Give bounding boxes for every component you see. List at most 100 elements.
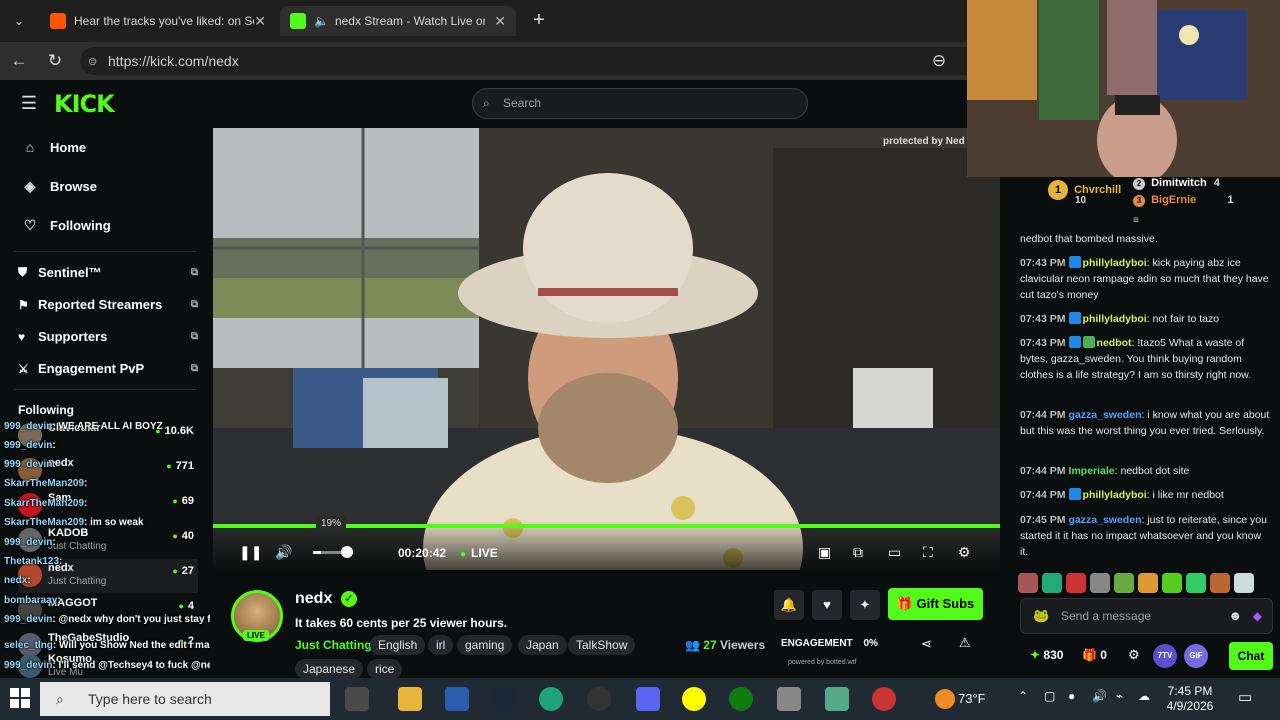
tag[interactable]: rice <box>367 659 403 679</box>
tab-kick[interactable]: 🔈 nedx Stream - Watch Live on K ✕ <box>280 6 516 36</box>
taskbar-clock[interactable]: 7:45 PM 4/9/2026 <box>1160 684 1220 714</box>
windows-start-icon[interactable] <box>10 688 30 708</box>
leaderboard-entry[interactable]: 3 BigErnie 1 <box>1133 194 1233 207</box>
video-player[interactable]: protected by Ned <box>213 128 1000 570</box>
tag[interactable]: Japan <box>518 635 567 655</box>
tray-icon[interactable]: ▢ <box>1044 689 1055 703</box>
leaderboard-entry[interactable]: 2 Dimitwitch 4 <box>1133 177 1220 190</box>
emote-icon[interactable] <box>1090 573 1110 593</box>
emote-icon[interactable] <box>1210 573 1230 593</box>
url-field[interactable]: ⊜ https://kick.com/nedx <box>80 47 980 75</box>
pause-icon[interactable]: ❚❚ <box>239 544 262 561</box>
reload-icon[interactable]: ↻ <box>44 50 66 72</box>
tab-list-chevron-icon[interactable]: ⌄ <box>8 10 30 32</box>
onedrive-icon[interactable]: ☁ <box>1138 689 1150 703</box>
settings-gear-icon[interactable]: ⚙ <box>958 544 971 561</box>
tray-chevron-icon[interactable]: ⌃ <box>1018 689 1028 703</box>
chat-settings-gear-icon[interactable]: ⚙ <box>1128 647 1140 663</box>
weather-icon[interactable] <box>935 689 955 709</box>
discord-icon[interactable] <box>636 687 660 711</box>
chat-user[interactable]: gazza_sweden <box>1069 409 1142 421</box>
tag[interactable]: gaming <box>457 635 513 655</box>
emote-icon[interactable] <box>1138 573 1158 593</box>
app-icon[interactable] <box>825 687 849 711</box>
popout-icon[interactable]: ⧉ <box>191 331 198 342</box>
notifications-icon[interactable]: ▭ <box>1238 688 1252 706</box>
clip-icon[interactable]: ⧉ <box>853 544 863 561</box>
stream-category[interactable]: Just Chatting <box>295 638 372 652</box>
gift-subs-button[interactable]: 🎁 Gift Subs <box>888 588 983 620</box>
tag[interactable]: TalkShow <box>568 635 636 655</box>
network-icon[interactable]: ⌁ <box>1116 689 1123 703</box>
sidebar-item-following[interactable]: ♡ Following <box>22 217 111 234</box>
chat-send-button[interactable]: Chat <box>1229 642 1273 670</box>
volume-tray-icon[interactable]: 🔊 <box>1092 689 1107 703</box>
emoji-icon[interactable]: ☻ <box>1228 599 1242 633</box>
popout-icon[interactable]: ⧉ <box>191 363 198 374</box>
sidebar-item-home[interactable]: ⌂ Home <box>22 139 86 155</box>
chat-user[interactable]: phillyladyboi <box>1083 313 1147 325</box>
emote-icon[interactable] <box>1186 573 1206 593</box>
obs-icon[interactable] <box>587 687 611 711</box>
sidebar-item-engagement-pvp[interactable]: ⚔ Engagement PvP ⧉ <box>18 361 198 376</box>
edge-icon[interactable] <box>539 687 563 711</box>
tag[interactable]: Japanese <box>295 659 364 679</box>
chat-user[interactable]: gazza_sweden <box>1069 514 1142 526</box>
close-tab-icon[interactable]: ✕ <box>254 13 266 30</box>
sidebar-item-reported-streamers[interactable]: ⚑ Reported Streamers ⧉ <box>18 297 198 312</box>
sidebar-item-sentinel[interactable]: ⛊ Sentinel™ ⧉ <box>18 265 198 280</box>
kick-emote-icon[interactable]: ◆ <box>1253 599 1262 633</box>
task-view-icon[interactable] <box>345 687 369 711</box>
emote-icon[interactable] <box>1066 573 1086 593</box>
snapchat-icon[interactable] <box>682 687 706 711</box>
app-icon[interactable] <box>777 687 801 711</box>
gift-counter[interactable]: 🎁 0 <box>1082 648 1107 662</box>
file-explorer-icon[interactable] <box>398 687 422 711</box>
theater-mode-icon[interactable]: ▭ <box>888 544 901 561</box>
steam-icon[interactable] <box>492 687 516 711</box>
streamer-name[interactable]: nedx <box>295 590 332 608</box>
pip-icon[interactable]: ▣ <box>818 544 831 561</box>
tab-soundcloud[interactable]: Hear the tracks you've liked: on So ✕ <box>40 6 276 36</box>
emote-icon[interactable] <box>1018 573 1038 593</box>
chat-user[interactable]: nedbot <box>1097 337 1132 349</box>
chat-user[interactable]: Imperiale <box>1069 465 1115 477</box>
volume-slider[interactable] <box>313 546 353 558</box>
notification-bell-icon[interactable]: 🔔 <box>774 590 804 620</box>
sidebar-item-browse[interactable]: ◈ Browse <box>22 178 97 195</box>
fullscreen-icon[interactable]: ⛶ <box>923 544 933 561</box>
tag[interactable]: irl <box>428 635 454 655</box>
report-icon[interactable]: ⚠ <box>959 635 971 651</box>
popout-icon[interactable]: ⧉ <box>191 267 198 278</box>
popout-icon[interactable]: ⧉ <box>191 299 198 310</box>
app-icon[interactable] <box>872 687 896 711</box>
expand-leaderboard-icon[interactable]: ≡ <box>1133 215 1139 226</box>
zoom-icon[interactable]: ⊖ <box>928 50 950 72</box>
chat-input[interactable]: 🐸 Send a message ☻ ◆ <box>1020 598 1273 634</box>
taskbar-search-input[interactable]: ⌕ Type here to search <box>40 682 330 716</box>
new-tab-icon[interactable]: + <box>528 9 550 31</box>
emote-icon[interactable] <box>1234 573 1254 593</box>
sparkle-icon[interactable]: ✦ <box>850 590 880 620</box>
site-info-icon[interactable]: ⊜ <box>88 55 97 68</box>
store-icon[interactable] <box>445 687 469 711</box>
follow-heart-icon[interactable]: ♥ <box>812 590 842 620</box>
emote-icon[interactable] <box>1114 573 1134 593</box>
close-tab-icon[interactable]: ✕ <box>494 13 506 30</box>
weather-temp[interactable]: 73°F <box>958 691 986 706</box>
chat-user[interactable]: phillyladyboi <box>1083 257 1147 269</box>
gif-button[interactable]: GIF <box>1184 644 1208 668</box>
7tv-button[interactable]: 7TV <box>1153 644 1177 668</box>
emote-icon[interactable] <box>1162 573 1182 593</box>
channel-points[interactable]: ✦ 830 <box>1030 648 1063 662</box>
speaker-icon[interactable]: 🔈 <box>314 14 329 28</box>
kick-logo[interactable]: KICK <box>54 90 115 118</box>
menu-icon[interactable]: ☰ <box>18 92 40 114</box>
volume-icon[interactable]: 🔊 <box>275 544 292 561</box>
microphone-icon[interactable]: ● <box>1068 689 1075 703</box>
volume-knob[interactable] <box>340 546 353 558</box>
search-input[interactable]: ⌕ Search <box>472 88 808 119</box>
back-icon[interactable]: ← <box>8 50 30 72</box>
chat-user[interactable]: phillyladyboi <box>1083 489 1147 501</box>
sidebar-item-supporters[interactable]: ♥ Supporters ⧉ <box>18 329 198 344</box>
